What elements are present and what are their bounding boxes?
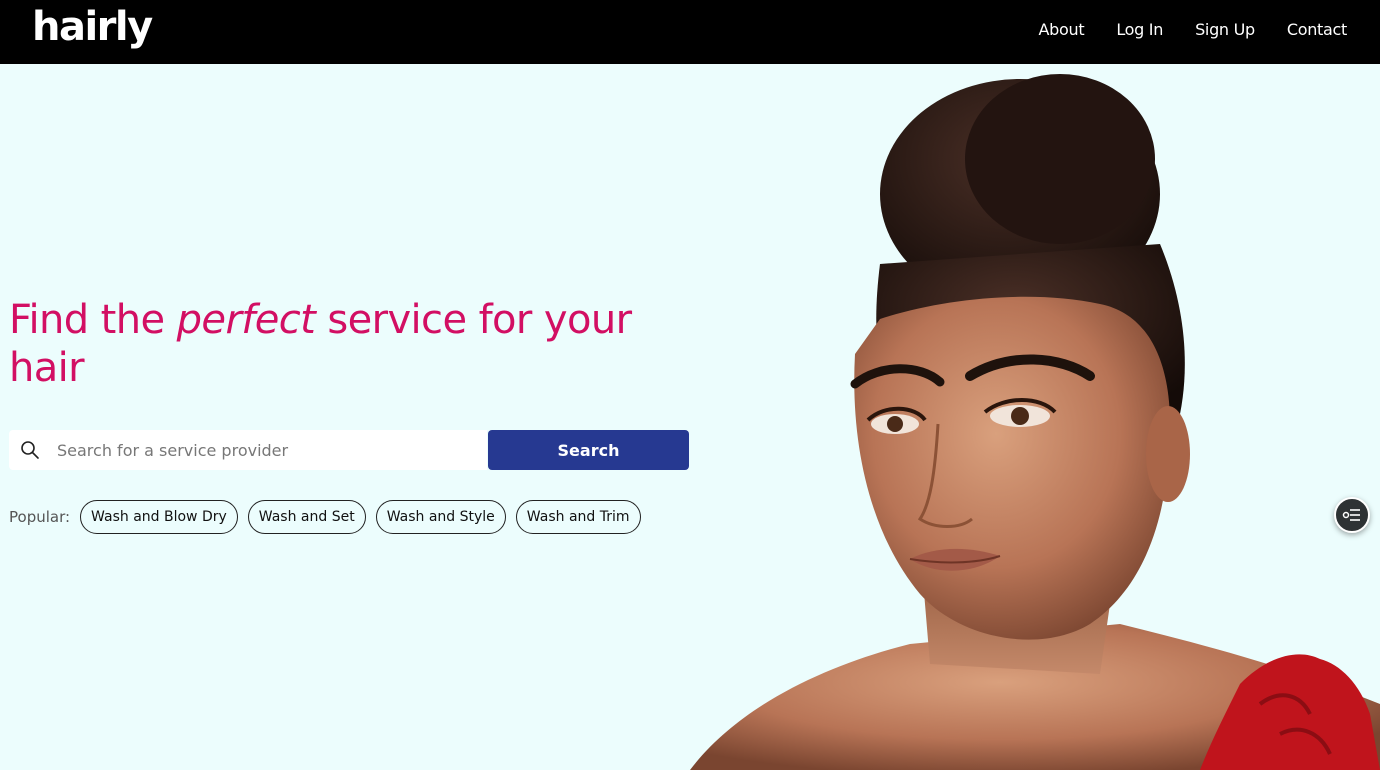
search-bar bbox=[9, 430, 487, 470]
nav-contact-link[interactable]: Contact bbox=[1287, 20, 1347, 39]
chip-wash-and-trim[interactable]: Wash and Trim bbox=[515, 500, 641, 534]
popular-label: Popular: bbox=[9, 508, 71, 526]
chip-wash-and-set[interactable]: Wash and Set bbox=[247, 500, 366, 534]
top-navbar: hairly About Log In Sign Up Contact bbox=[0, 0, 1380, 64]
hairly-logo[interactable]: hairly bbox=[32, 4, 153, 50]
search-icon bbox=[21, 441, 39, 459]
filter-list-icon bbox=[1342, 509, 1360, 521]
hero-section: Find the perfect service for your hair S… bbox=[0, 64, 1380, 770]
chip-wash-and-blow-dry[interactable]: Wash and Blow Dry bbox=[80, 500, 238, 534]
headline-emphasis: perfect bbox=[176, 297, 316, 343]
nav-about-link[interactable]: About bbox=[1039, 20, 1085, 39]
nav-links: About Log In Sign Up Contact bbox=[1039, 20, 1348, 39]
model-portrait-image bbox=[690, 74, 1380, 770]
headline-text-before: Find the bbox=[9, 297, 177, 343]
search-button[interactable]: Search bbox=[488, 430, 689, 470]
chip-wash-and-style[interactable]: Wash and Style bbox=[375, 500, 506, 534]
search-input[interactable] bbox=[57, 430, 482, 470]
nav-signup-link[interactable]: Sign Up bbox=[1195, 20, 1255, 39]
popular-services: Popular: Wash and Blow Dry Wash and Set … bbox=[9, 500, 641, 534]
hero-headline: Find the perfect service for your hair bbox=[9, 296, 689, 392]
nav-login-link[interactable]: Log In bbox=[1116, 20, 1163, 39]
floating-action-button[interactable] bbox=[1334, 497, 1370, 533]
